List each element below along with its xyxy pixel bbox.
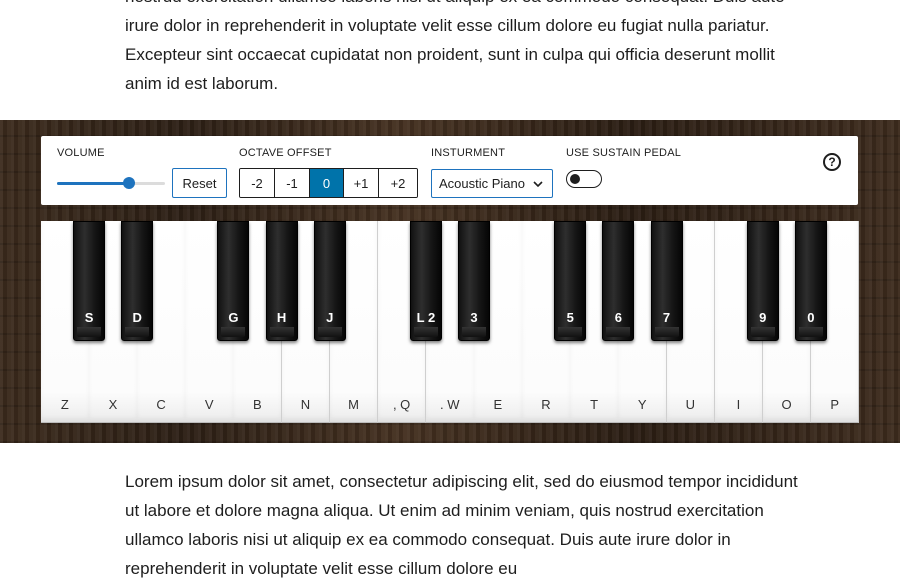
toggle-knob bbox=[570, 174, 580, 184]
intro-paragraph: nostrud exercitation ullamco laboris nis… bbox=[125, 0, 785, 93]
chevron-down-icon bbox=[533, 181, 543, 188]
volume-thumb[interactable] bbox=[123, 177, 136, 189]
black-key[interactable]: 5 bbox=[554, 221, 587, 341]
key-label: G bbox=[228, 310, 239, 325]
octave-option[interactable]: +1 bbox=[344, 169, 379, 197]
black-key[interactable]: D bbox=[121, 221, 154, 341]
octave-option[interactable]: -1 bbox=[275, 169, 310, 197]
instrument-select[interactable]: Acoustic Piano bbox=[431, 169, 553, 198]
black-key[interactable]: J bbox=[313, 221, 346, 341]
key-label: 3 bbox=[470, 310, 478, 325]
volume-fill bbox=[57, 182, 130, 185]
key-label: D bbox=[132, 310, 142, 325]
octave-offset-group: -2 -1 0 +1 +2 bbox=[239, 168, 418, 198]
sustain-pedal-label: USE SUSTAIN PEDAL bbox=[566, 147, 682, 159]
key-label: S bbox=[84, 310, 94, 325]
controls-panel: VOLUME Reset OCTAVE OFFSET -2 -1 0 +1 +2 INS… bbox=[41, 136, 858, 205]
octave-option[interactable]: +2 bbox=[379, 169, 417, 197]
key-label: C bbox=[156, 397, 166, 412]
key-label: 0 bbox=[807, 310, 815, 325]
key-label: X bbox=[108, 397, 118, 412]
black-key[interactable]: 9 bbox=[746, 221, 779, 341]
key-label: N bbox=[300, 397, 311, 412]
piano-keyboard: Z X C V B N M , Q . W E R T Y U I O P S D G H J L 2 3 5 6 7 9 0 bbox=[41, 221, 860, 423]
black-key[interactable]: G bbox=[217, 221, 250, 341]
black-key[interactable]: H bbox=[265, 221, 298, 341]
instrument-value: Acoustic Piano bbox=[439, 176, 525, 191]
black-key[interactable]: L 2 bbox=[409, 221, 442, 341]
key-label: B bbox=[252, 397, 262, 412]
instrument-label: INSTURMENT bbox=[431, 147, 506, 159]
key-label: I bbox=[736, 397, 741, 412]
key-label: 5 bbox=[566, 310, 574, 325]
octave-option[interactable]: -2 bbox=[240, 169, 275, 197]
key-label: . W bbox=[439, 397, 460, 412]
key-label: Z bbox=[60, 397, 69, 412]
key-label: M bbox=[348, 397, 359, 412]
piano-stage: VOLUME Reset OCTAVE OFFSET -2 -1 0 +1 +2 INS… bbox=[0, 120, 900, 443]
key-label: H bbox=[276, 310, 287, 325]
body-paragraph: Lorem ipsum dolor sit amet, consectetur … bbox=[125, 472, 798, 578]
key-label: P bbox=[830, 397, 840, 412]
key-label: O bbox=[781, 397, 792, 412]
key-label: R bbox=[541, 397, 551, 412]
key-label: 9 bbox=[759, 310, 767, 325]
key-label: J bbox=[326, 310, 334, 325]
key-label: , Q bbox=[392, 397, 411, 412]
key-label: U bbox=[685, 397, 696, 412]
help-circle-icon[interactable]: ? bbox=[823, 153, 841, 171]
sustain-pedal-toggle[interactable] bbox=[566, 170, 602, 188]
reset-button[interactable]: Reset bbox=[172, 168, 227, 198]
key-label: E bbox=[493, 397, 503, 412]
black-key[interactable]: S bbox=[73, 221, 106, 341]
black-key[interactable]: 3 bbox=[458, 221, 491, 341]
key-label: 6 bbox=[614, 310, 623, 325]
volume-label: VOLUME bbox=[57, 147, 105, 159]
octave-option[interactable]: 0 bbox=[310, 169, 344, 197]
key-label: 7 bbox=[662, 310, 671, 325]
octave-offset-label: OCTAVE OFFSET bbox=[239, 147, 332, 159]
key-label: Y bbox=[637, 397, 647, 412]
volume-slider[interactable] bbox=[57, 177, 165, 189]
black-key[interactable]: 0 bbox=[794, 221, 827, 341]
key-label: T bbox=[590, 397, 599, 412]
key-label: L 2 bbox=[416, 310, 436, 325]
key-label: V bbox=[204, 397, 214, 412]
black-key[interactable]: 6 bbox=[602, 221, 635, 341]
black-key[interactable]: 7 bbox=[650, 221, 683, 341]
